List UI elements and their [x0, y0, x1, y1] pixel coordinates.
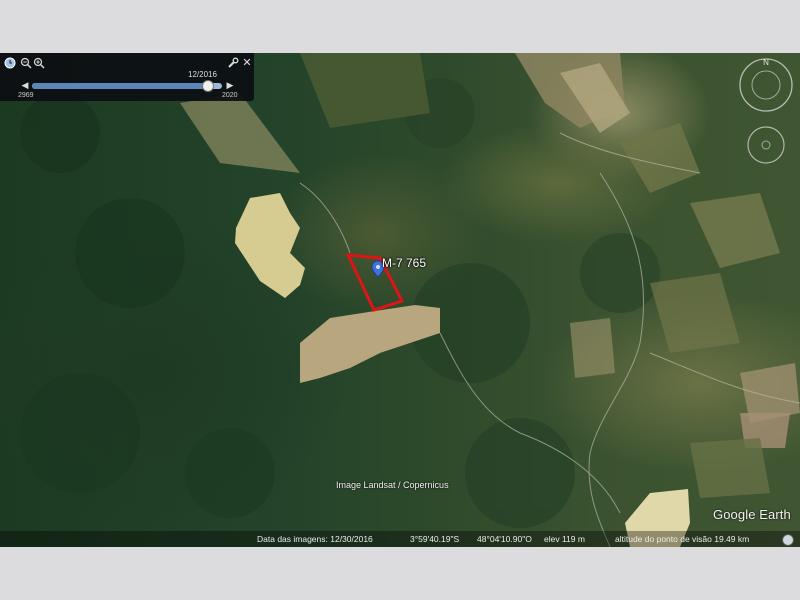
settings-wrench-icon[interactable]: [227, 57, 239, 69]
placemark-label[interactable]: M-7 765: [382, 256, 426, 270]
svg-text:N: N: [763, 58, 769, 67]
latitude-readout: 3°59'40.19"S: [410, 534, 460, 544]
time-slider-fill: [32, 83, 207, 89]
step-forward-icon[interactable]: ▶: [225, 80, 235, 92]
look-joystick-icon[interactable]: [747, 126, 785, 164]
google-earth-logo: Google Earth: [713, 507, 791, 522]
compass-ring-icon[interactable]: N: [739, 58, 793, 112]
slider-end-year: 2020: [222, 92, 238, 99]
streaming-globe-icon: [782, 534, 794, 546]
status-bar: Data das imagens: 12/30/2016 3°59'40.19"…: [0, 531, 800, 547]
satellite-imagery: [20, 53, 800, 547]
imagery-date: Data das imagens: 12/30/2016: [257, 534, 373, 544]
map-viewport[interactable]: ✕ 12/2016 ◀ ▶ 2969 2020 N M-7 765 Image …: [0, 53, 800, 547]
slider-start-year: 2969: [18, 92, 34, 99]
navigation-controls[interactable]: N: [736, 57, 796, 167]
step-back-icon[interactable]: ◀: [20, 80, 30, 92]
historical-imagery-panel: ✕ 12/2016 ◀ ▶ 2969 2020: [0, 53, 254, 101]
clock-icon[interactable]: [4, 57, 16, 69]
imagery-attribution: Image Landsat / Copernicus: [336, 480, 449, 490]
zoom-out-icon[interactable]: [20, 57, 32, 69]
time-slider-track[interactable]: [32, 80, 222, 92]
clearing-left: [235, 193, 305, 298]
eye-altitude-readout: altitude do ponto de visão 19.49 km: [615, 534, 750, 544]
time-slider-thumb[interactable]: [201, 80, 214, 92]
close-icon[interactable]: ✕: [241, 57, 253, 69]
forest-texture: [20, 78, 660, 528]
current-date-label: 12/2016: [188, 70, 217, 79]
zoom-in-icon[interactable]: [33, 57, 45, 69]
longitude-readout: 48°04'10.90"O: [477, 534, 532, 544]
elevation-readout: elev 119 m: [544, 534, 585, 544]
